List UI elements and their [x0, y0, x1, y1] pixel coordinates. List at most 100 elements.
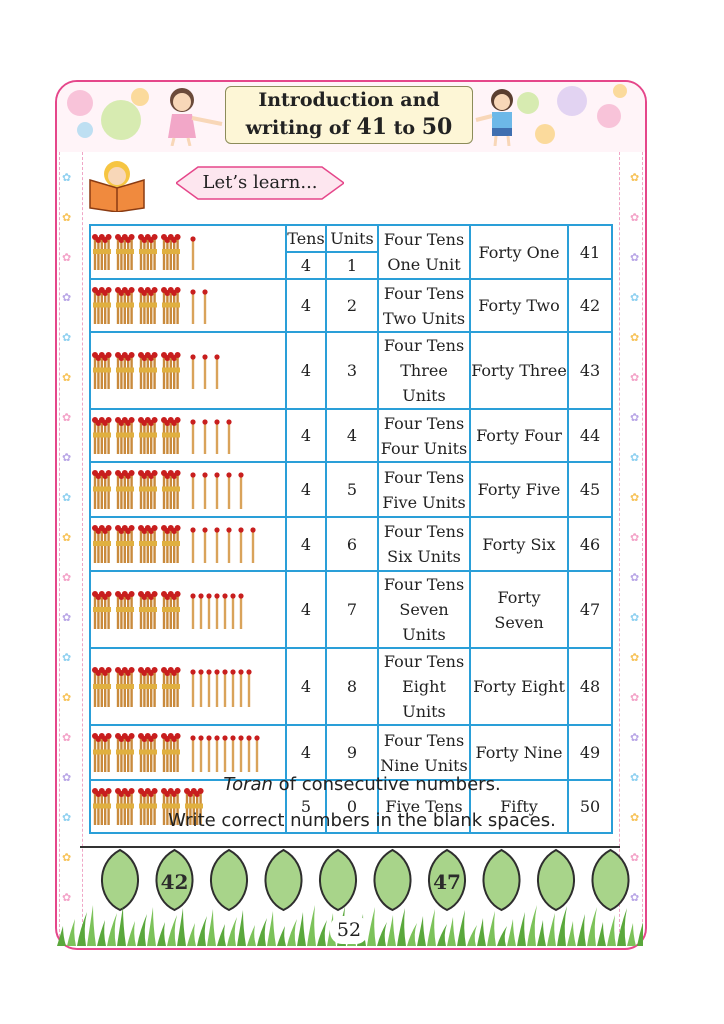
toran-heading: Toran of consecutive numbers.	[0, 774, 724, 795]
words-line-2: Three Units	[400, 361, 448, 405]
number-name-cell: Forty Five	[469, 461, 569, 518]
grass-blade	[237, 910, 246, 946]
numeral-cell: 48	[567, 647, 613, 726]
number-in-words-cell: Four Tens Four Units	[377, 408, 471, 463]
decor-dot	[535, 124, 555, 144]
title-line-2: writing of 41 to 50	[226, 114, 472, 142]
units-value: 5	[325, 461, 379, 518]
tens-value: 4	[285, 647, 327, 726]
butterfly-icon: ✿	[62, 411, 72, 424]
grass-blade	[157, 922, 166, 946]
numeral-cell: 44	[567, 408, 613, 463]
grass-blade	[277, 926, 286, 946]
number-in-words-cell: Four Tens Six Units	[377, 516, 471, 572]
words-line-2: One Unit	[387, 255, 461, 274]
matchstick-illustration-icon	[92, 287, 208, 324]
units-value: 3	[325, 331, 379, 410]
girl-illustration-icon	[168, 88, 223, 146]
grass-blade	[317, 920, 327, 946]
tens-value: 4	[285, 570, 327, 649]
grass-blade	[437, 924, 447, 946]
grass-blade	[537, 920, 546, 946]
matchstick-cell	[89, 461, 287, 518]
grass-blade	[117, 906, 126, 946]
grass-blade	[77, 912, 87, 946]
numeral-cell: 41	[567, 224, 613, 280]
butterfly-icon: ✿	[62, 691, 72, 704]
units-value: 6	[325, 516, 379, 572]
matchstick-cell	[89, 724, 287, 781]
tens-value: 4	[285, 408, 327, 463]
grass-blade	[57, 926, 66, 946]
butterfly-icon: ✿	[630, 731, 640, 744]
butterfly-icon: ✿	[630, 331, 640, 344]
grass-blade	[497, 926, 507, 946]
grass-blade	[127, 921, 136, 946]
number-name-cell: Forty Seven	[469, 570, 569, 649]
number-in-words-cell: Four Tens Five Units	[377, 461, 471, 518]
grass-blade	[527, 905, 537, 946]
instruction-text: Write correct numbers in the blank space…	[168, 810, 556, 831]
grass-blade	[457, 910, 466, 946]
lets-learn-banner: Let’s learn...	[176, 166, 344, 200]
table-row: 4 9 Four Tens Nine Units Forty Nine 49	[89, 724, 613, 781]
units-value: 8	[325, 647, 379, 726]
tens-value: 4	[285, 461, 327, 518]
number-name-cell: Forty Six	[469, 516, 569, 572]
butterfly-icon: ✿	[630, 291, 640, 304]
leaf-number: 42	[160, 870, 189, 894]
grass-blade	[447, 917, 456, 946]
matchstick-illustration-icon	[92, 733, 260, 772]
butterfly-icon: ✿	[630, 571, 640, 584]
words-line-1: Four Tens	[383, 413, 465, 433]
toran-leaf	[319, 848, 357, 912]
title-prefix: writing of	[245, 117, 357, 139]
reading-child-icon	[89, 161, 145, 212]
grass-blade	[67, 919, 76, 946]
toran-leaf	[101, 848, 139, 912]
number-name-cell: Forty Three	[469, 331, 569, 410]
numeral-cell: 42	[567, 278, 613, 333]
tens-header: Tens	[285, 224, 327, 253]
grass-blade	[557, 906, 567, 946]
grass-blade	[377, 922, 387, 946]
butterfly-icon: ✿	[630, 611, 640, 624]
matchstick-cell	[89, 408, 287, 463]
grass-blade	[187, 923, 196, 946]
table-row: 4 7 Four Tens Seven Units Forty Seven 47	[89, 570, 613, 649]
butterfly-icon: ✿	[630, 691, 640, 704]
matchstick-cell	[89, 647, 287, 726]
grass-blade	[87, 905, 96, 946]
decor-dot	[597, 104, 621, 128]
matchstick-illustration-icon	[92, 666, 252, 707]
grass-blade	[477, 918, 486, 946]
toran-leaf	[482, 848, 521, 912]
decor-dot	[67, 90, 93, 116]
matchstick-cell	[89, 516, 287, 572]
grass-blade	[407, 923, 417, 946]
number-in-words-cell: Four Tens Eight Units	[377, 647, 471, 726]
numeral-cell: 45	[567, 461, 613, 518]
grass-blade	[147, 907, 156, 946]
butterfly-icon: ✿	[62, 611, 72, 624]
lets-learn-text: Let’s learn...	[202, 172, 318, 193]
words-line-2: Two Units	[382, 308, 466, 328]
words-line-1: Four Tens	[383, 230, 465, 249]
toran-leaf	[210, 848, 248, 912]
butterfly-icon: ✿	[62, 451, 72, 464]
grass-blade	[197, 916, 207, 946]
table-row: 4 6 Four Tens Six Units Forty Six 46	[89, 516, 613, 572]
decor-dot	[557, 86, 587, 116]
matchstick-illustration-icon	[92, 470, 244, 509]
grass-blade	[627, 923, 636, 946]
numeral-cell: 43	[567, 331, 613, 410]
words-line-2: Eight Units	[402, 677, 446, 721]
butterfly-icon: ✿	[62, 251, 72, 264]
chapter-title: Introduction and writing of 41 to 50	[225, 86, 473, 144]
toran-leaf	[264, 848, 303, 912]
grass-blade	[227, 917, 237, 946]
grass-blade	[217, 924, 226, 946]
units-value: 2	[325, 278, 379, 333]
grass-blade	[387, 915, 396, 946]
tens-value: 4	[285, 251, 327, 280]
